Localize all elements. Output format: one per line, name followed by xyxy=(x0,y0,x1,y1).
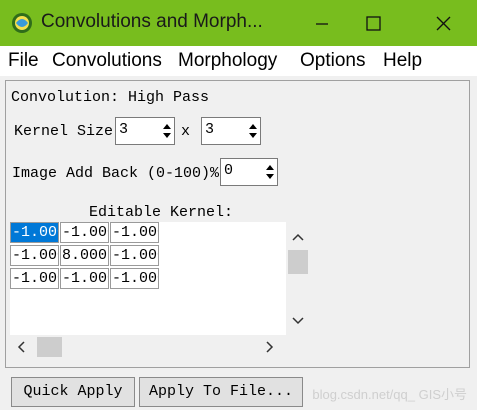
kernel-cell[interactable]: -1.000 xyxy=(10,222,59,243)
spinner-arrows-icon[interactable] xyxy=(265,162,275,182)
kernel-cell[interactable]: -1.000 xyxy=(10,268,59,289)
kernel-cell[interactable]: -1.000 xyxy=(60,268,109,289)
vertical-scrollbar-graphic xyxy=(288,233,308,325)
add-back-label: Image Add Back (0-100)% xyxy=(12,165,220,182)
close-icon xyxy=(436,16,451,31)
kernel-rows-spinner[interactable]: 3 xyxy=(115,117,175,145)
quick-apply-button[interactable]: Quick Apply xyxy=(11,377,135,407)
watermark-text: blog.csdn.net/qq_ GIS小号 xyxy=(312,387,467,402)
kernel-cols-spinner[interactable]: 3 xyxy=(201,117,261,145)
menu-file[interactable]: File xyxy=(8,50,39,72)
minimize-button[interactable] xyxy=(299,0,345,46)
add-back-spinner[interactable]: 0 xyxy=(220,158,278,186)
kernel-cell[interactable]: -1.000 xyxy=(110,268,159,289)
kernel-cell[interactable]: -1.000 xyxy=(110,222,159,243)
kernel-cols-value: 3 xyxy=(205,121,215,138)
editable-kernel-label: Editable Kernel: xyxy=(89,204,234,221)
menu-bar: File Convolutions Morphology Options Hel… xyxy=(0,46,477,76)
app-icon xyxy=(12,13,32,33)
convolution-type-label: Convolution: High Pass xyxy=(11,89,210,106)
apply-to-file-button[interactable]: Apply To File... xyxy=(139,377,303,407)
kernel-table: -1.000 -1.000 -1.000 -1.000 8.000 -1.000… xyxy=(10,222,286,335)
menu-morphology[interactable]: Morphology xyxy=(178,50,277,72)
minimize-icon xyxy=(316,23,328,25)
kernel-times-label: x xyxy=(181,123,191,140)
spinner-arrows-icon[interactable] xyxy=(248,121,258,141)
title-bar: Convolutions and Morph... xyxy=(0,0,477,46)
maximize-icon xyxy=(366,16,381,31)
scroll-corner xyxy=(286,335,310,359)
spinner-arrows-icon[interactable] xyxy=(162,121,172,141)
window-title: Convolutions and Morph... xyxy=(41,11,263,32)
kernel-rows-value: 3 xyxy=(119,121,129,138)
menu-convolutions[interactable]: Convolutions xyxy=(52,50,162,72)
kernel-cell[interactable]: -1.000 xyxy=(110,245,159,266)
kernel-size-label: Kernel Size xyxy=(14,123,114,140)
kernel-cell[interactable]: 8.000 xyxy=(60,245,109,266)
vertical-scrollbar[interactable] xyxy=(286,222,310,335)
horizontal-scrollbar-graphic xyxy=(17,337,274,357)
close-button[interactable] xyxy=(421,0,467,46)
menu-options[interactable]: Options xyxy=(300,50,365,72)
horizontal-scrollbar[interactable] xyxy=(10,335,286,359)
add-back-value: 0 xyxy=(224,162,234,179)
menu-help[interactable]: Help xyxy=(383,50,422,72)
kernel-cell[interactable]: -1.000 xyxy=(10,245,59,266)
maximize-button[interactable] xyxy=(350,0,396,46)
kernel-cell[interactable]: -1.000 xyxy=(60,222,109,243)
